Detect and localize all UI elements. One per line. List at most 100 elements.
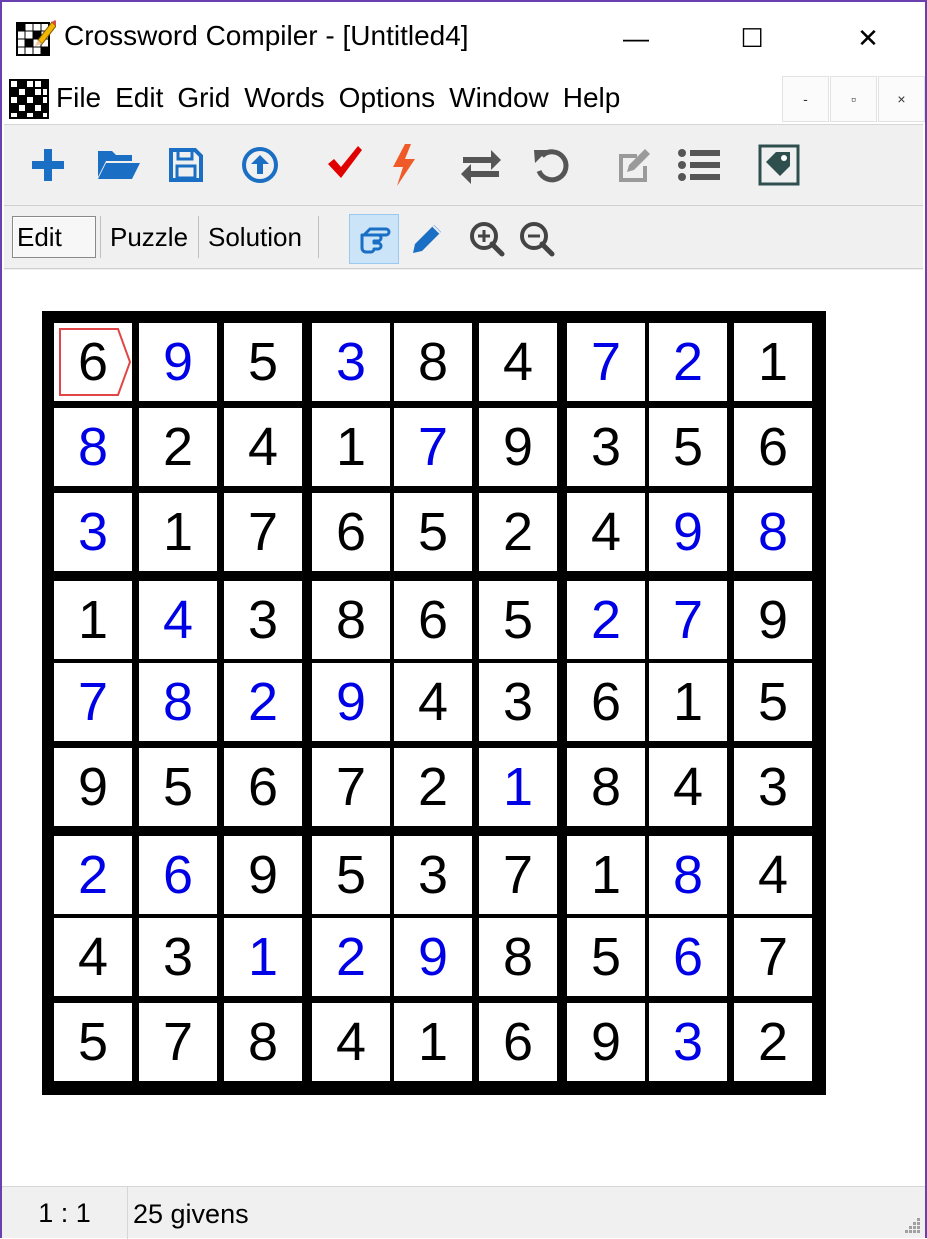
grid-cell[interactable]: 8 [139, 663, 217, 741]
grid-cell[interactable]: 8 [224, 1003, 302, 1081]
grid-cell[interactable]: 5 [54, 1003, 132, 1081]
publish-button[interactable] [236, 143, 284, 187]
menu-words[interactable]: Words [244, 82, 324, 114]
grid-cell[interactable]: 8 [649, 836, 727, 914]
grid-cell[interactable]: 2 [479, 493, 557, 571]
grid-cell[interactable]: 2 [54, 836, 132, 914]
grid-cell[interactable]: 2 [224, 663, 302, 741]
grid-cell[interactable]: 5 [479, 581, 557, 659]
grid-cell[interactable]: 2 [312, 918, 390, 996]
grid-cell[interactable]: 7 [394, 408, 472, 486]
undo-button[interactable] [528, 143, 574, 187]
grid-cell[interactable]: 9 [54, 748, 132, 826]
grid-cell[interactable]: 6 [567, 663, 645, 741]
grid-cell[interactable]: 3 [312, 323, 390, 401]
menu-grid[interactable]: Grid [177, 82, 230, 114]
grid-cell[interactable]: 4 [139, 581, 217, 659]
grid-cell[interactable]: 7 [649, 581, 727, 659]
grid-cell[interactable]: 9 [649, 493, 727, 571]
grid-cell[interactable]: 4 [394, 663, 472, 741]
resize-grip-icon[interactable] [903, 1216, 921, 1234]
grid-cell[interactable]: 2 [394, 748, 472, 826]
grid-cell[interactable]: 3 [54, 493, 132, 571]
grid-cell[interactable]: 8 [312, 581, 390, 659]
grid-cell[interactable]: 9 [479, 408, 557, 486]
grid-cell[interactable]: 4 [479, 323, 557, 401]
menu-window[interactable]: Window [449, 82, 549, 114]
grid-cell[interactable]: 8 [567, 748, 645, 826]
word-list-button[interactable] [674, 143, 724, 187]
grid-cell[interactable]: 1 [567, 836, 645, 914]
grid-cell[interactable]: 2 [139, 408, 217, 486]
grid-cell[interactable]: 5 [312, 836, 390, 914]
grid-cell[interactable]: 4 [734, 836, 812, 914]
check-button[interactable] [322, 141, 366, 185]
grid-cell[interactable]: 6 [224, 748, 302, 826]
grid-cell[interactable]: 1 [139, 493, 217, 571]
grid-cell[interactable]: 6 [479, 1003, 557, 1081]
autofill-button[interactable] [384, 141, 424, 189]
save-button[interactable] [164, 143, 208, 187]
open-button[interactable] [94, 143, 144, 187]
grid-cell[interactable]: 3 [649, 1003, 727, 1081]
grid-cell[interactable]: 3 [224, 581, 302, 659]
grid-cell[interactable]: 1 [479, 748, 557, 826]
tab-puzzle[interactable]: Puzzle [106, 216, 192, 258]
grid-cell[interactable]: 9 [567, 1003, 645, 1081]
grid-cell[interactable]: 8 [394, 323, 472, 401]
grid-cell[interactable]: 8 [479, 918, 557, 996]
grid-cell[interactable]: 3 [734, 748, 812, 826]
grid-cell[interactable]: 4 [54, 918, 132, 996]
grid-cell[interactable]: 6 [649, 918, 727, 996]
grid-cell[interactable]: 4 [312, 1003, 390, 1081]
zoom-out-button[interactable] [514, 216, 560, 262]
mdi-close-button[interactable]: × [878, 76, 925, 122]
grid-cell[interactable]: 5 [567, 918, 645, 996]
close-button[interactable]: ✕ [810, 2, 926, 74]
grid-cell[interactable]: 6 [312, 493, 390, 571]
document-grid-icon[interactable] [8, 78, 50, 120]
grid-cell[interactable]: 6 [139, 836, 217, 914]
grid-cell[interactable]: 7 [54, 663, 132, 741]
grid-cell[interactable]: 1 [734, 323, 812, 401]
menu-options[interactable]: Options [339, 82, 436, 114]
tab-edit[interactable]: Edit [12, 216, 96, 258]
grid-cell[interactable]: 7 [312, 748, 390, 826]
grid-cell[interactable]: 7 [734, 918, 812, 996]
grid-cell[interactable]: 1 [394, 1003, 472, 1081]
menu-file[interactable]: File [56, 82, 101, 114]
grid-cell[interactable]: 2 [649, 323, 727, 401]
menu-edit[interactable]: Edit [115, 82, 163, 114]
grid-cell[interactable]: 5 [649, 408, 727, 486]
grid-cell[interactable]: 5 [734, 663, 812, 741]
select-tool-button[interactable] [349, 214, 399, 264]
swap-button[interactable] [456, 143, 506, 187]
title-bar[interactable]: Crossword Compiler - [Untitled4] — ☐ ✕ [2, 2, 925, 74]
grid-cell[interactable]: 6 [394, 581, 472, 659]
grid-cell[interactable]: 9 [312, 663, 390, 741]
grid-cell[interactable]: 4 [224, 408, 302, 486]
grid-cell[interactable]: 6 [54, 323, 132, 401]
properties-button[interactable] [754, 141, 804, 189]
grid-cell[interactable]: 7 [224, 493, 302, 571]
grid-cell[interactable]: 3 [567, 408, 645, 486]
grid-cell[interactable]: 4 [649, 748, 727, 826]
grid-cell[interactable]: 9 [394, 918, 472, 996]
grid-cell[interactable]: 7 [479, 836, 557, 914]
grid-cell[interactable]: 1 [312, 408, 390, 486]
grid-cell[interactable]: 9 [139, 323, 217, 401]
grid-cell[interactable]: 8 [734, 493, 812, 571]
mdi-minimize-button[interactable]: - [782, 76, 829, 122]
mdi-restore-button[interactable]: ▫ [830, 76, 877, 122]
grid-cell[interactable]: 3 [139, 918, 217, 996]
grid-cell[interactable]: 4 [567, 493, 645, 571]
grid-cell[interactable]: 5 [224, 323, 302, 401]
menu-help[interactable]: Help [563, 82, 621, 114]
edit-clue-button[interactable] [610, 143, 656, 187]
grid-cell[interactable]: 5 [139, 748, 217, 826]
grid-cell[interactable]: 9 [224, 836, 302, 914]
grid-cell[interactable]: 8 [54, 408, 132, 486]
grid-cell[interactable]: 1 [224, 918, 302, 996]
grid-cell[interactable]: 3 [394, 836, 472, 914]
grid-cell[interactable]: 2 [734, 1003, 812, 1081]
